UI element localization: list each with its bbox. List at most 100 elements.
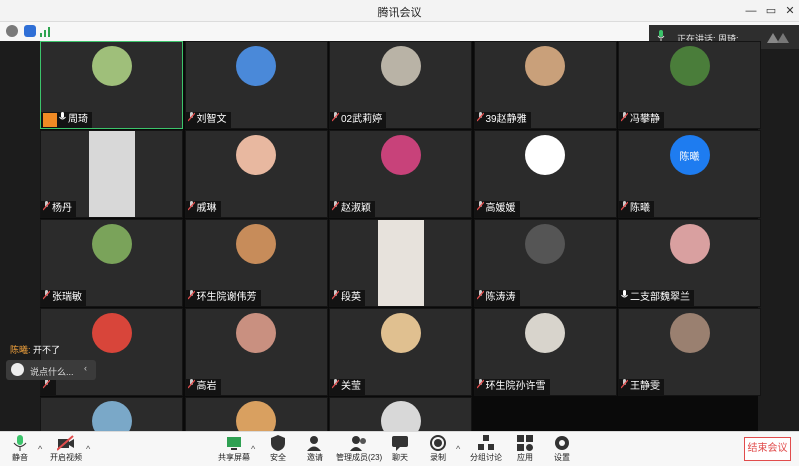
mic-muted-icon xyxy=(476,290,484,306)
participant-name: 二支部魏翠兰 xyxy=(630,292,690,303)
participant-tile[interactable]: 高岩 xyxy=(184,308,328,396)
participant-name-bar xyxy=(41,379,56,395)
participant-name: 高岩 xyxy=(196,381,217,392)
participant-name: 陈曦 xyxy=(630,203,650,214)
participant-name-bar: 陈涛涛 xyxy=(474,290,520,306)
emoji-icon[interactable] xyxy=(11,363,24,376)
chat-input[interactable]: 说点什么... ‹ xyxy=(6,360,96,380)
participant-name-bar: 关莹 xyxy=(330,379,365,395)
participant-tile[interactable]: 环生院谢伟芳 xyxy=(184,219,328,307)
minimize-button[interactable]: — xyxy=(741,2,761,20)
participant-tile[interactable] xyxy=(40,308,183,396)
participant-avatar xyxy=(525,46,565,87)
video-off-icon xyxy=(57,435,74,451)
toolbar: 静音 ^ 开启视频 ^ 共享屏幕 ^ 安全 邀请 管理成员(23) 聊天 录制 … xyxy=(0,431,799,466)
participant-name-bar: 02武莉婷 xyxy=(330,112,387,128)
video-options-chevron-icon[interactable]: ^ xyxy=(86,444,90,454)
shield-icon xyxy=(271,435,285,451)
mic-muted-icon xyxy=(620,112,629,128)
security-button[interactable]: 安全 xyxy=(258,435,298,465)
participant-tile[interactable]: 王静雯 xyxy=(618,308,761,396)
participant-tile[interactable]: 冯攀静 xyxy=(618,41,761,129)
participant-name-bar: 赵淑颖 xyxy=(330,201,375,217)
manage-members-button[interactable]: 管理成员(23) xyxy=(336,435,382,465)
participant-name-bar: 高媛媛 xyxy=(474,201,520,217)
breakout-icon xyxy=(478,435,494,450)
chat-button[interactable]: 聊天 xyxy=(380,435,420,465)
mic-muted-icon xyxy=(187,112,195,128)
participant-avatar xyxy=(91,46,132,87)
participant-tile[interactable]: 关莹 xyxy=(329,308,472,396)
mic-muted-icon xyxy=(331,290,340,306)
participant-avatar xyxy=(91,313,132,354)
signal-icon[interactable] xyxy=(40,26,52,37)
settings-button[interactable]: 设置 xyxy=(542,435,582,465)
apps-button[interactable]: 应用 xyxy=(505,435,545,465)
collapse-chat-icon[interactable]: ‹ xyxy=(84,363,87,373)
breakout-button[interactable]: 分组讨论 xyxy=(466,435,506,465)
share-screen-button[interactable]: 共享屏幕 xyxy=(214,435,254,465)
mic-muted-icon xyxy=(42,201,51,217)
participant-video xyxy=(88,131,135,217)
participant-name: 周琦 xyxy=(68,114,88,125)
participant-avatar xyxy=(525,135,565,176)
share-options-chevron-icon[interactable]: ^ xyxy=(251,444,255,454)
mic-muted-icon xyxy=(620,379,629,395)
participant-tile[interactable]: 赵淑颖 xyxy=(329,130,472,218)
info-icon[interactable] xyxy=(6,25,18,37)
participant-tile[interactable]: 段英 xyxy=(329,219,472,307)
participant-name-bar: 环生院孙许雪 xyxy=(474,379,550,395)
maximize-button[interactable]: ▭ xyxy=(761,2,781,20)
participant-name: 杨丹 xyxy=(52,203,72,214)
mic-muted-icon xyxy=(476,201,484,217)
title-bar: 腾讯会议 — ▭ ✕ xyxy=(0,0,799,22)
participant-tile[interactable]: 陈曦 陈曦 xyxy=(618,130,761,218)
mic-muted-icon xyxy=(476,379,484,395)
record-button[interactable]: 录制 xyxy=(418,435,458,465)
mic-muted-icon xyxy=(331,379,340,395)
mic-muted-icon xyxy=(331,201,340,217)
participant-tile[interactable]: 刘智文 xyxy=(184,41,328,129)
mic-muted-icon xyxy=(476,112,484,128)
participant-avatar xyxy=(236,224,276,265)
video-button[interactable]: 开启视频 xyxy=(46,435,86,465)
participant-name-bar: 陈曦 xyxy=(619,201,654,217)
participant-tile[interactable]: 二支部魏翠兰 xyxy=(618,219,761,307)
participant-name: 02武莉婷 xyxy=(341,114,383,125)
participant-tile[interactable]: 高媛媛 xyxy=(473,130,617,218)
end-meeting-button[interactable]: 结束会议 xyxy=(744,437,791,461)
participant-avatar xyxy=(380,135,421,176)
participant-name-bar: 高岩 xyxy=(185,379,221,395)
shield-icon[interactable] xyxy=(24,25,36,37)
participant-tile[interactable]: 戚琳 xyxy=(184,130,328,218)
participant-tile[interactable]: 环生院孙许雪 xyxy=(473,308,617,396)
mic-icon xyxy=(59,112,66,128)
participant-tile[interactable]: 陈涛涛 xyxy=(473,219,617,307)
mute-button[interactable]: 静音 xyxy=(0,435,40,465)
participant-name-bar: 戚琳 xyxy=(185,201,221,217)
chat-message: 陈曦: 开不了 xyxy=(10,343,60,356)
host-badge-icon xyxy=(43,113,57,127)
participant-tile[interactable]: 39赵静雅 xyxy=(473,41,617,129)
participant-name: 张瑞敏 xyxy=(52,292,82,303)
participant-avatar: 陈曦 xyxy=(669,135,710,176)
participant-tile[interactable]: 杨丹 xyxy=(40,130,183,218)
participant-name-bar: 39赵静雅 xyxy=(474,112,531,128)
invite-button[interactable]: 邀请 xyxy=(295,435,335,465)
participant-name: 陈涛涛 xyxy=(485,292,516,303)
participant-name-bar: 二支部魏翠兰 xyxy=(619,290,694,306)
mic-muted-icon xyxy=(42,290,51,306)
chat-icon xyxy=(392,436,408,451)
participant-name: 刘智文 xyxy=(196,114,227,125)
tencent-meeting-logo-icon xyxy=(767,33,789,43)
record-options-chevron-icon[interactable]: ^ xyxy=(456,444,460,454)
close-button[interactable]: ✕ xyxy=(780,2,799,20)
mute-options-chevron-icon[interactable]: ^ xyxy=(38,444,42,454)
participant-name-bar: 张瑞敏 xyxy=(41,290,86,306)
mic-muted-icon xyxy=(187,290,195,306)
participant-avatar xyxy=(525,313,565,354)
participant-tile[interactable]: 张瑞敏 xyxy=(40,219,183,307)
mic-muted-icon xyxy=(187,201,195,217)
participant-tile[interactable]: 周琦 xyxy=(40,41,183,129)
participant-tile[interactable]: 02武莉婷 xyxy=(329,41,472,129)
